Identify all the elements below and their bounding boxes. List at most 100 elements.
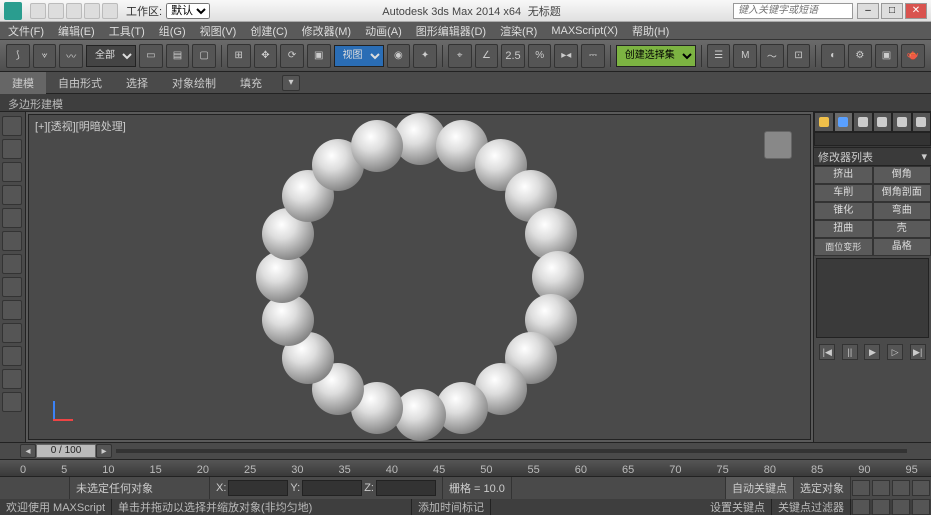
time-tag-button[interactable]: 添加时间标记 — [412, 499, 491, 515]
timeslider-left-icon[interactable]: ◂ — [20, 444, 36, 458]
lt-tool9-icon[interactable] — [2, 300, 22, 320]
setkey-button[interactable]: 设置关键点 — [704, 499, 772, 515]
time-slider-track[interactable] — [116, 449, 907, 453]
selection-filter-dropdown[interactable]: 全部 — [86, 45, 136, 67]
ribbon-tab-populate[interactable]: 填充 — [228, 72, 274, 94]
nav-btn7-icon[interactable] — [892, 499, 910, 515]
lt-tool7-icon[interactable] — [2, 254, 22, 274]
manipulate-icon[interactable]: ✦ — [413, 44, 437, 68]
align-icon[interactable]: ⎓ — [581, 44, 605, 68]
coord-z-input[interactable] — [376, 480, 436, 496]
timeline-ruler[interactable]: 0510152025303540455055606570758085909510… — [0, 459, 931, 477]
modifier-stack[interactable] — [816, 258, 929, 338]
scale-icon[interactable]: ▣ — [307, 44, 331, 68]
selset-dropdown[interactable]: 选定对象 — [794, 477, 851, 499]
menu-views[interactable]: 视图(V) — [200, 23, 237, 39]
angle-snap-icon[interactable]: ∠ — [475, 44, 499, 68]
render-setup-icon[interactable]: ⚙ — [848, 44, 872, 68]
lt-tool10-icon[interactable] — [2, 323, 22, 343]
nav-btn8-icon[interactable] — [912, 499, 930, 515]
coord-y-input[interactable] — [302, 480, 362, 496]
mod-taper-button[interactable]: 锥化 — [814, 202, 873, 220]
mod-bend-button[interactable]: 弯曲 — [873, 202, 931, 220]
nav-btn3-icon[interactable] — [892, 480, 910, 496]
rotate-icon[interactable]: ⟳ — [280, 44, 304, 68]
lt-tool8-icon[interactable] — [2, 277, 22, 297]
save-icon[interactable] — [66, 3, 82, 19]
time-slider[interactable]: ◂ 0 / 100 ▸ — [0, 443, 931, 459]
workspace-dropdown[interactable]: 默认 — [166, 3, 210, 19]
viewport-perspective[interactable]: [+][透视][明暗处理] — [28, 114, 811, 440]
select-icon[interactable]: ▭ — [139, 44, 163, 68]
percent-snap-icon[interactable]: % — [528, 44, 552, 68]
menu-edit[interactable]: 编辑(E) — [58, 23, 95, 39]
graph-icon[interactable]: M — [733, 44, 757, 68]
mod-lathe-button[interactable]: 车削 — [814, 184, 873, 202]
coord-x-input[interactable] — [228, 480, 288, 496]
schematic-icon[interactable]: ⊡ — [787, 44, 811, 68]
lt-tool12-icon[interactable] — [2, 369, 22, 389]
mod-shell-button[interactable]: 壳 — [873, 220, 931, 238]
play-end-button[interactable]: ▶| — [910, 344, 926, 360]
nav-btn6-icon[interactable] — [872, 499, 890, 515]
material-editor-icon[interactable]: ◐ — [821, 44, 845, 68]
unlink-icon[interactable]: ⟇ — [33, 44, 57, 68]
menu-create[interactable]: 创建(C) — [250, 23, 287, 39]
play-pause-button[interactable]: || — [842, 344, 858, 360]
tab-hierarchy-icon[interactable] — [853, 112, 873, 132]
minimize-button[interactable]: – — [857, 3, 879, 19]
move-icon[interactable]: ✥ — [254, 44, 278, 68]
refcoord-dropdown[interactable]: 视图 — [334, 45, 384, 67]
nav-btn5-icon[interactable] — [852, 499, 870, 515]
tab-utilities-icon[interactable] — [912, 112, 931, 132]
tab-create-icon[interactable] — [814, 112, 834, 132]
open-icon[interactable] — [48, 3, 64, 19]
lt-teapot-icon[interactable] — [2, 116, 22, 136]
ribbon-tab-objpaint[interactable]: 对象绘制 — [160, 72, 228, 94]
autokey-button[interactable]: 自动关键点 — [726, 477, 794, 499]
lt-tool6-icon[interactable] — [2, 231, 22, 251]
lt-tool4-icon[interactable] — [2, 185, 22, 205]
viewcube-icon[interactable] — [764, 131, 792, 159]
close-button[interactable]: ✕ — [905, 3, 927, 19]
help-search-input[interactable] — [733, 3, 853, 19]
mod-twist-button[interactable]: 扭曲 — [814, 220, 873, 238]
menu-maxscript[interactable]: MAXScript(X) — [551, 25, 618, 37]
object-name-input[interactable] — [814, 132, 931, 146]
mod-extrude-button[interactable]: 挤出 — [814, 166, 873, 184]
redo-icon[interactable] — [102, 3, 118, 19]
app-icon[interactable] — [4, 2, 22, 20]
nav-btn2-icon[interactable] — [872, 480, 890, 496]
menu-group[interactable]: 组(G) — [159, 23, 186, 39]
play-play-button[interactable]: ▶ — [864, 344, 880, 360]
menu-tools[interactable]: 工具(T) — [109, 23, 145, 39]
viewport-label[interactable]: [+][透视][明暗处理] — [35, 118, 126, 134]
mod-bevel-button[interactable]: 倒角 — [873, 166, 931, 184]
lt-tool5-icon[interactable] — [2, 208, 22, 228]
render-icon[interactable]: 🫖 — [901, 44, 925, 68]
mod-patchdef-button[interactable]: 面位变形 (WSM) — [814, 238, 873, 256]
mirror-icon[interactable]: ▸◂ — [554, 44, 578, 68]
bind-spacewarp-icon[interactable]: 〰 — [59, 44, 83, 68]
mod-bevelprof-button[interactable]: 倒角剖面 — [873, 184, 931, 202]
menu-anim[interactable]: 动画(A) — [365, 23, 402, 39]
nav-btn1-icon[interactable] — [852, 480, 870, 496]
lt-tool13-icon[interactable] — [2, 392, 22, 412]
menu-render[interactable]: 渲染(R) — [500, 23, 537, 39]
tab-motion-icon[interactable] — [873, 112, 893, 132]
tab-display-icon[interactable] — [892, 112, 912, 132]
pivot-icon[interactable]: ◉ — [387, 44, 411, 68]
lt-grid-icon[interactable] — [2, 162, 22, 182]
snap-icon[interactable]: ⌖ — [448, 44, 472, 68]
ribbon-collapse-icon[interactable]: ▾ — [282, 75, 300, 91]
select-region-icon[interactable]: ▢ — [192, 44, 216, 68]
spinner-snap-icon[interactable]: 2.5 — [501, 44, 525, 68]
tab-modify-icon[interactable] — [834, 112, 854, 132]
keyfilter-button[interactable]: 关键点过滤器 — [772, 499, 851, 515]
menu-modifiers[interactable]: 修改器(M) — [302, 23, 352, 39]
ribbon-tab-modeling[interactable]: 建模 — [0, 72, 46, 94]
named-selection-dropdown[interactable]: 创建选择集 — [616, 45, 696, 67]
maximize-button[interactable]: □ — [881, 3, 903, 19]
time-slider-handle[interactable]: 0 / 100 — [36, 444, 96, 458]
render-frame-icon[interactable]: ▣ — [875, 44, 899, 68]
